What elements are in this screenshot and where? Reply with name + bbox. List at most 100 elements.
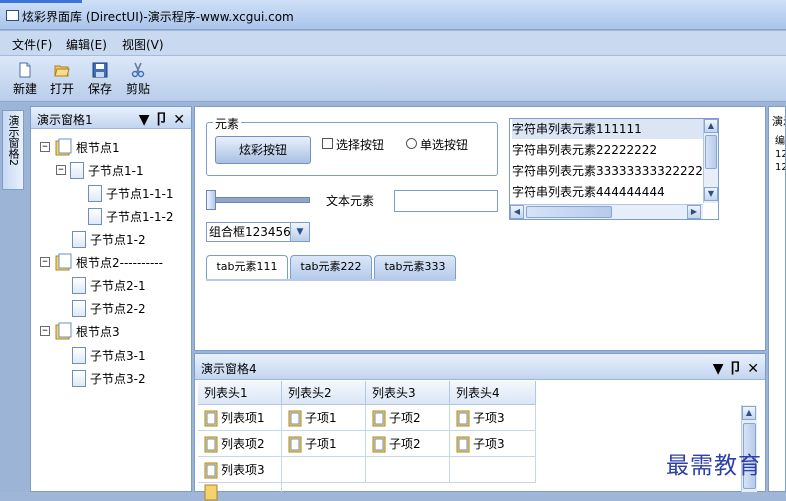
tab-demo-pane-2[interactable]: 演示窗格2 (2, 110, 24, 190)
table-row-cell[interactable]: 列表项3 (198, 457, 282, 483)
table-row-cell[interactable]: 子项2 (366, 405, 450, 431)
right-pane-title: 演示 (772, 115, 785, 128)
right-pane-line: 编 (775, 136, 785, 147)
scroll-up-icon[interactable]: ▲ (704, 119, 718, 133)
menu-file[interactable]: 文件(F) (12, 36, 52, 53)
table-row-cell[interactable]: 列表项1 (198, 405, 282, 431)
tree-node-label: 子节点1-2 (90, 232, 146, 247)
select-checkbox-label[interactable]: 选择按钮 (336, 136, 384, 153)
tree-node-2-2[interactable]: 子节点2-2 (72, 298, 146, 318)
tree-node-2-1[interactable]: 子节点2-1 (72, 275, 146, 295)
list-header-1[interactable]: 列表头1 (198, 381, 282, 405)
tree-node-1-2[interactable]: 子节点1-2 (72, 229, 146, 249)
cell-text: 列表项3 (221, 463, 265, 477)
table-row-cell[interactable] (282, 457, 366, 483)
collapse-icon[interactable]: − (40, 257, 50, 267)
clipboard-icon (372, 436, 386, 452)
tree-node-1-1-1[interactable]: 子节点1-1-1 (88, 183, 174, 203)
slider-handle[interactable] (206, 190, 216, 210)
list-item[interactable]: 字符串列表元素3333333332222222 (512, 161, 718, 181)
tree-node-label: 子节点1-1 (88, 163, 144, 178)
collapse-icon[interactable]: − (56, 165, 66, 175)
scroll-down-icon[interactable]: ▼ (704, 187, 718, 201)
folder-icon (55, 322, 72, 340)
cell-text: 子项3 (473, 411, 505, 425)
scroll-up-icon[interactable]: ▲ (742, 406, 756, 420)
right-pane-content: 编 12 12 (775, 135, 785, 174)
tree-node-3-2[interactable]: 子节点3-2 (72, 368, 146, 388)
table-row-cell[interactable] (198, 483, 282, 501)
list-header-2[interactable]: 列表头2 (282, 381, 366, 405)
table-row-cell[interactable]: 子项3 (450, 431, 536, 457)
page-icon (72, 276, 86, 294)
collapse-icon[interactable]: − (40, 142, 50, 152)
tree-node-1-1[interactable]: − 子节点1-1 (56, 160, 144, 180)
scroll-right-icon[interactable]: ▶ (687, 205, 701, 219)
menu-view[interactable]: 视图(V) (122, 36, 164, 53)
window-title: 炫彩界面库 (DirectUI)-演示程序-www.xcgui.com (22, 10, 294, 24)
left-pane-header: 演示窗格1 ▼ 卩 ✕ (31, 107, 191, 129)
clipboard-icon (204, 436, 218, 452)
cell-text: 子项2 (389, 411, 421, 425)
open-button-label: 打开 (49, 82, 74, 96)
xc-button[interactable]: 炫彩按钮 (215, 136, 311, 164)
menu-edit[interactable]: 编辑(E) (66, 36, 107, 53)
table-row-cell[interactable]: 子项2 (366, 431, 450, 457)
table-row-cell[interactable]: 子项1 (282, 405, 366, 431)
text-input[interactable] (394, 190, 498, 212)
tab-element-111[interactable]: tab元素111 (206, 255, 288, 279)
text-element-label: 文本元素 (326, 194, 375, 208)
radio-button[interactable] (406, 138, 417, 149)
radio-button-label[interactable]: 单选按钮 (420, 136, 468, 153)
clipboard-icon (204, 462, 218, 478)
page-icon (72, 230, 86, 248)
tree-node-label: 子节点3-1 (90, 348, 146, 363)
listbox-horizontal-scrollbar[interactable]: ◀ ▶ (510, 204, 703, 219)
tree-node-label: 子节点3-2 (90, 371, 146, 386)
new-button[interactable]: 新建 (7, 60, 43, 100)
tab-element-222[interactable]: tab元素222 (290, 255, 372, 279)
page-icon (70, 161, 84, 179)
tree-node-root-1[interactable]: − 根节点1 (40, 137, 120, 157)
tree-node-label: 子节点1-1-1 (106, 186, 174, 201)
tree-node-root-2[interactable]: − 根节点2---------- (40, 252, 163, 272)
collapse-icon[interactable]: − (40, 326, 50, 336)
new-button-label: 新建 (12, 82, 37, 96)
cut-button[interactable]: 剪贴 (120, 60, 156, 100)
bottom-pane-title: 演示窗格4 (201, 362, 257, 376)
cell-text: 子项1 (305, 437, 337, 451)
table-row-cell[interactable]: 子项3 (450, 405, 536, 431)
cell-text: 子项3 (473, 437, 505, 451)
bottom-pane-header: 演示窗格4 ▼ 卩 ✕ (195, 354, 765, 380)
scroll-thumb[interactable] (526, 206, 612, 218)
select-checkbox[interactable] (322, 138, 333, 149)
slider-track[interactable] (206, 197, 310, 203)
right-pane-line: 12 (775, 162, 785, 173)
bottom-pane-controls[interactable]: ▼ 卩 ✕ (713, 358, 759, 378)
tree-node-root-3[interactable]: − 根节点3 (40, 321, 120, 341)
left-pane-controls[interactable]: ▼ 卩 ✕ (139, 109, 185, 129)
tree-node-3-1[interactable]: 子节点3-1 (72, 345, 146, 365)
table-row-cell[interactable]: 列表项2 (198, 431, 282, 457)
listbox-vertical-scrollbar[interactable]: ▲ ▼ (703, 119, 718, 203)
scroll-left-icon[interactable]: ◀ (510, 205, 524, 219)
page-icon (88, 207, 102, 225)
title-bar: 炫彩界面库 (DirectUI)-演示程序-www.xcgui.com (0, 0, 786, 30)
list-header-3[interactable]: 列表头3 (366, 381, 450, 405)
tab-element-333[interactable]: tab元素333 (374, 255, 456, 279)
list-header-4[interactable]: 列表头4 (450, 381, 536, 405)
table-row-cell[interactable] (366, 457, 450, 483)
tree-node-1-1-2[interactable]: 子节点1-1-2 (88, 206, 174, 226)
list-item[interactable]: 字符串列表元素111111 (512, 119, 704, 139)
cell-text: 列表项2 (221, 437, 265, 451)
table-row-cell[interactable]: 子项1 (282, 431, 366, 457)
list-item[interactable]: 字符串列表元素444444444 (512, 182, 665, 202)
tree-node-label: 根节点3 (76, 324, 120, 339)
table-row-cell[interactable] (450, 457, 536, 483)
save-button[interactable]: 保存 (82, 60, 118, 100)
chevron-down-icon[interactable]: ▼ (290, 223, 309, 241)
scroll-thumb[interactable] (705, 135, 717, 169)
cell-text: 子项1 (305, 411, 337, 425)
list-item[interactable]: 字符串列表元素22222222 (512, 140, 657, 160)
open-button[interactable]: 打开 (44, 60, 80, 100)
